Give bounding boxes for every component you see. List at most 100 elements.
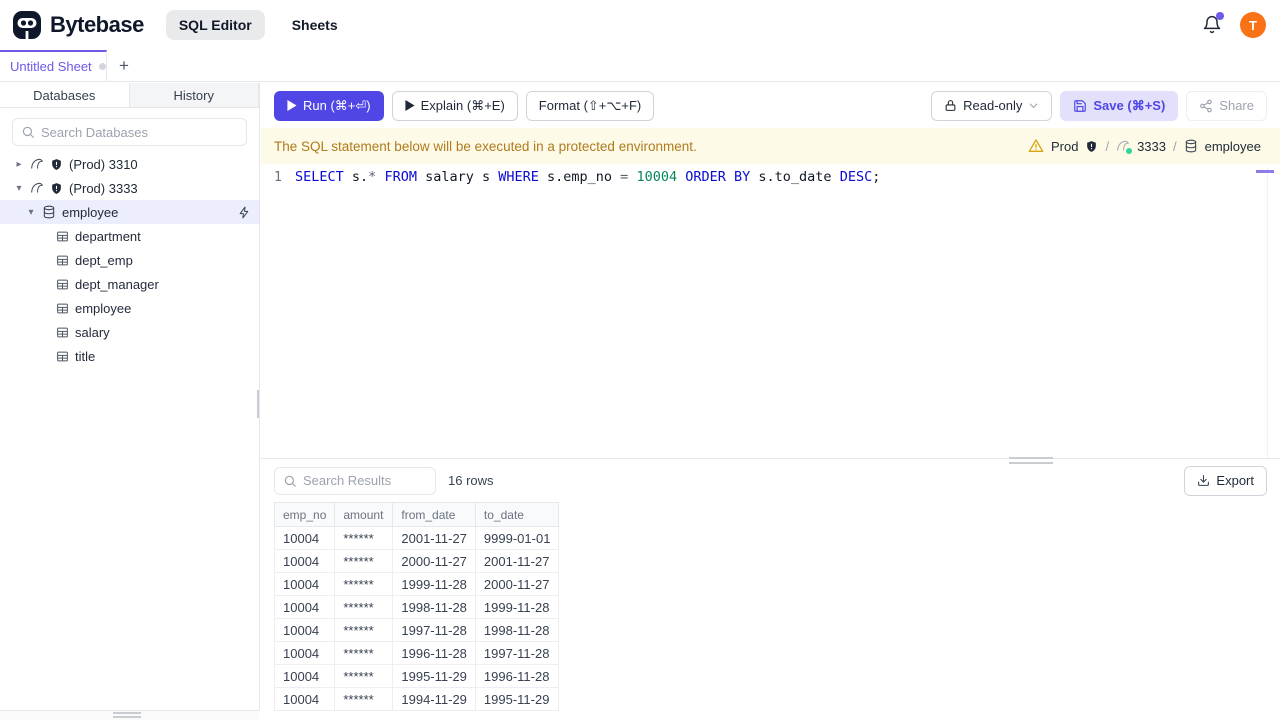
export-button[interactable]: Export: [1184, 465, 1267, 496]
table-cell[interactable]: 2000-11-27: [474, 572, 560, 596]
play-icon: [405, 100, 415, 111]
table-cell[interactable]: 1998-11-28: [392, 595, 476, 619]
notifications-button[interactable]: [1202, 12, 1224, 35]
table-cell[interactable]: 1996-11-28: [392, 641, 476, 665]
table-cell[interactable]: 10004: [273, 641, 336, 665]
table-icon: [56, 350, 69, 363]
table-cell[interactable]: ******: [334, 572, 394, 596]
sheet-tab-untitled[interactable]: Untitled Sheet: [0, 50, 107, 81]
main-panel: Run (⌘+⏎) Explain (⌘+E) Format (⇧+⌥+F) R…: [257, 83, 1280, 720]
bytebase-logo[interactable]: Bytebase: [0, 10, 144, 40]
results-toolbar: 16 rows Export: [261, 459, 1280, 502]
sql-editor[interactable]: 1 SELECT s.* FROM salary s WHERE s.emp_n…: [261, 167, 1280, 459]
table-label: salary: [75, 324, 110, 340]
share-button[interactable]: Share: [1186, 90, 1267, 121]
table-cell[interactable]: ******: [334, 595, 394, 619]
table-cell[interactable]: ******: [334, 549, 394, 573]
table-cell[interactable]: ******: [334, 526, 394, 550]
table-cell[interactable]: 10004: [273, 664, 336, 688]
mysql-icon: [30, 157, 44, 171]
shield-icon: [50, 158, 63, 171]
table-cell[interactable]: 2001-11-27: [474, 549, 560, 573]
table-item-employee[interactable]: employee: [0, 296, 259, 320]
tab-history[interactable]: History: [130, 83, 259, 107]
nav-sheets[interactable]: Sheets: [279, 10, 351, 40]
sql-line: 1 SELECT s.* FROM salary s WHERE s.emp_n…: [261, 167, 1280, 186]
table-item-salary[interactable]: salary: [0, 320, 259, 344]
results-table: emp_no amount from_date to_date 10004 ******…: [273, 502, 560, 711]
table-cell[interactable]: 2001-11-27: [392, 526, 476, 550]
table-cell[interactable]: 9999-01-01: [474, 526, 560, 550]
table-row[interactable]: 10004 ****** 2001-11-27 9999-01-01: [273, 526, 560, 550]
table-row[interactable]: 10004 ****** 2000-11-27 2001-11-27: [273, 549, 560, 573]
table-cell[interactable]: ******: [334, 664, 394, 688]
instance-status-icon: [1116, 139, 1133, 154]
download-icon: [1197, 474, 1210, 487]
lightning-icon[interactable]: [238, 206, 251, 219]
tab-databases[interactable]: Databases: [0, 83, 130, 107]
table-row[interactable]: 10004 ****** 1998-11-28 1999-11-28: [273, 595, 560, 619]
mode-select[interactable]: Read-only: [931, 90, 1053, 121]
database-item-employee[interactable]: ▾ employee: [0, 200, 259, 224]
explain-button[interactable]: Explain (⌘+E): [391, 90, 518, 121]
table-item-department[interactable]: department: [0, 224, 259, 248]
shield-icon: [50, 182, 63, 195]
table-item-title[interactable]: title: [0, 344, 259, 368]
nav-sql-editor[interactable]: SQL Editor: [165, 10, 265, 40]
table-row[interactable]: 10004 ****** 1995-11-29 1996-11-28: [273, 664, 560, 688]
table-cell[interactable]: 10004: [273, 526, 336, 550]
results-search: [274, 466, 479, 495]
lock-icon: [944, 99, 957, 112]
table-cell[interactable]: 1994-11-29: [392, 687, 476, 711]
table-cell[interactable]: ******: [334, 687, 394, 711]
column-header-emp_no[interactable]: emp_no: [273, 502, 336, 527]
instance-prod-3310[interactable]: ▸ (Prod) 3310: [0, 152, 259, 176]
row-count: 16 rows: [448, 473, 494, 488]
play-icon: [287, 100, 297, 111]
table-row[interactable]: 10004 ****** 1994-11-29 1995-11-29: [273, 687, 560, 711]
table-cell[interactable]: 1998-11-28: [474, 618, 560, 642]
panel-resize-handle[interactable]: [113, 712, 141, 718]
table-item-dept_emp[interactable]: dept_emp: [0, 248, 259, 272]
format-button[interactable]: Format (⇧+⌥+F): [525, 90, 655, 121]
save-button[interactable]: Save (⌘+S): [1060, 90, 1179, 121]
run-button[interactable]: Run (⌘+⏎): [274, 90, 384, 121]
search-databases-input[interactable]: [41, 124, 238, 140]
results-table-header: emp_no amount from_date to_date: [273, 502, 560, 527]
warning-icon: [1028, 138, 1044, 154]
table-cell[interactable]: 1997-11-28: [474, 641, 560, 665]
table-cell[interactable]: 1995-11-29: [392, 664, 476, 688]
share-icon: [1199, 99, 1213, 113]
app-header: Bytebase SQL Editor Sheets T: [0, 0, 1280, 50]
table-cell[interactable]: 1995-11-29: [474, 687, 560, 711]
chevron-down-icon: ▾: [16, 182, 22, 194]
column-header-amount[interactable]: amount: [334, 502, 394, 527]
instance-label[interactable]: 3333: [1137, 139, 1166, 154]
chevron-down-icon: [1028, 100, 1039, 111]
table-cell[interactable]: 10004: [273, 572, 336, 596]
table-cell[interactable]: ******: [334, 641, 394, 665]
table-row[interactable]: 10004 ****** 1999-11-28 2000-11-27: [273, 572, 560, 596]
table-cell[interactable]: ******: [334, 618, 394, 642]
add-sheet-button[interactable]: +: [107, 50, 141, 81]
table-cell[interactable]: 10004: [273, 549, 336, 573]
table-cell[interactable]: 2000-11-27: [392, 549, 476, 573]
table-cell[interactable]: 10004: [273, 687, 336, 711]
table-cell[interactable]: 1999-11-28: [392, 572, 476, 596]
table-cell[interactable]: 1997-11-28: [392, 618, 476, 642]
instance-label: (Prod) 3310: [69, 156, 138, 172]
instance-prod-3333[interactable]: ▾ (Prod) 3333: [0, 176, 259, 200]
table-row[interactable]: 10004 ****** 1996-11-28 1997-11-28: [273, 641, 560, 665]
column-header-from_date[interactable]: from_date: [392, 502, 476, 527]
column-header-to_date[interactable]: to_date: [474, 502, 560, 527]
avatar[interactable]: T: [1240, 12, 1266, 38]
table-cell[interactable]: 10004: [273, 618, 336, 642]
table-item-dept_manager[interactable]: dept_manager: [0, 272, 259, 296]
table-cell[interactable]: 1999-11-28: [474, 595, 560, 619]
table-cell[interactable]: 1996-11-28: [474, 664, 560, 688]
header-right: T: [1202, 12, 1280, 38]
table-cell[interactable]: 10004: [273, 595, 336, 619]
database-label[interactable]: employee: [1205, 139, 1261, 154]
shield-icon: [1085, 140, 1098, 153]
table-row[interactable]: 10004 ****** 1997-11-28 1998-11-28: [273, 618, 560, 642]
